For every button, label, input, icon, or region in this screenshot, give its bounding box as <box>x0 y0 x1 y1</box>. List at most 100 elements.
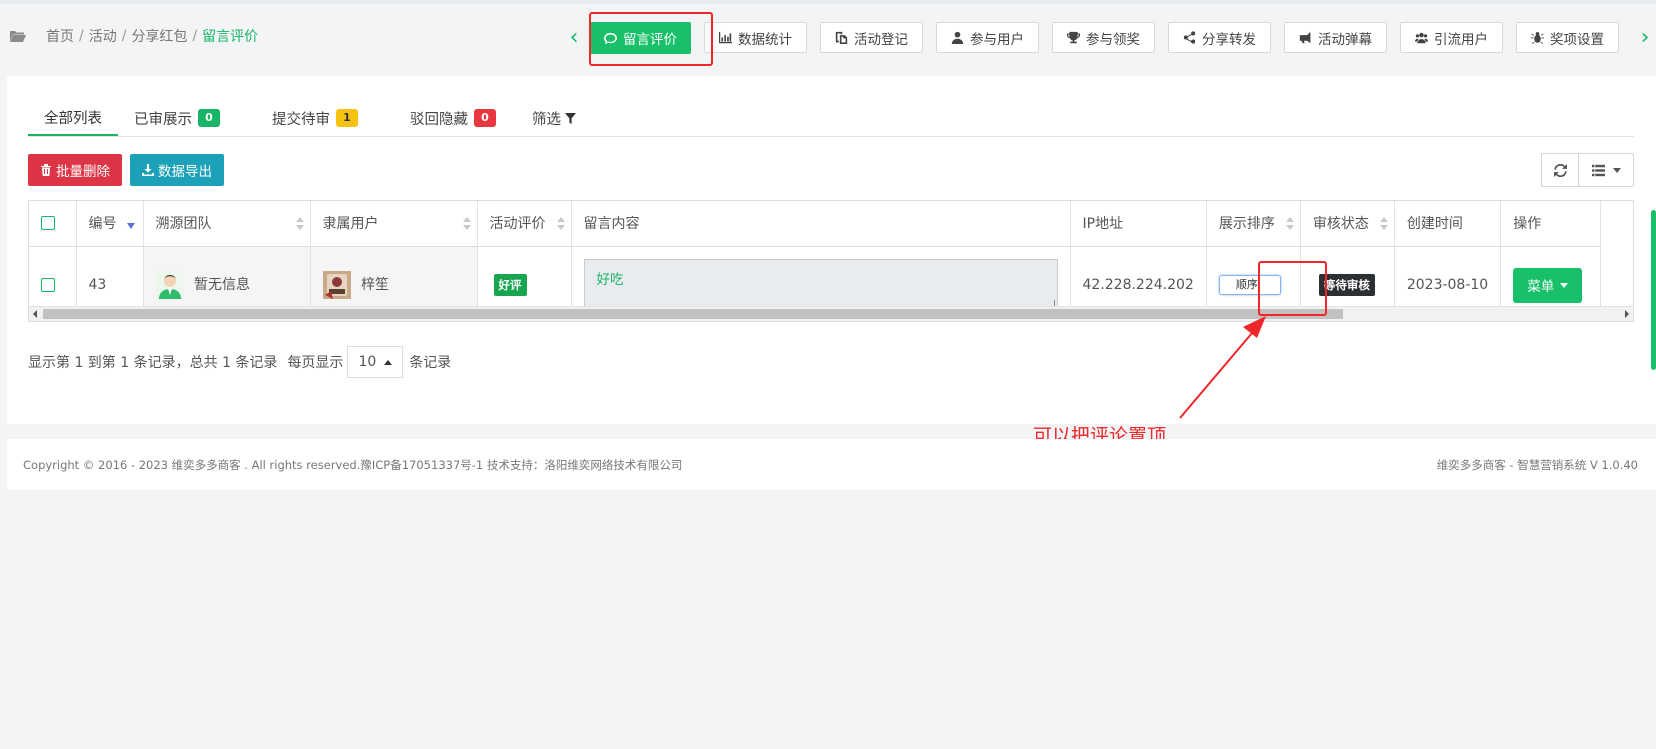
select-all-cell <box>29 201 77 247</box>
breadcrumb-activity-link[interactable]: 活动 <box>89 26 117 46</box>
chevron-up-icon <box>384 359 393 365</box>
nav-awards-button[interactable]: 参与领奖 <box>1052 22 1155 53</box>
tab-label: 筛选 <box>532 111 561 128</box>
user-avatar <box>322 271 351 300</box>
data-table: 编号 溯源团队 隶属用户 活动评价 留言内容 IP地址 展示排序 审核状态 创建… <box>28 200 1634 322</box>
nav-prev-arrow-icon[interactable]: ‹ <box>566 26 582 50</box>
button-label: 批量删除 <box>56 164 110 180</box>
table-tools <box>1541 153 1634 187</box>
horizontal-scrollbar[interactable] <box>29 306 1633 321</box>
scrollbar-thumb[interactable] <box>43 309 1343 319</box>
scroll-right-icon[interactable] <box>1625 310 1629 318</box>
tab-rejected[interactable]: 驳回隐藏 0 <box>374 100 512 136</box>
row-checkbox[interactable] <box>41 278 55 293</box>
header-label: 隶属用户 <box>322 216 379 233</box>
list-icon <box>1591 164 1605 176</box>
pagination-info: 显示第 1 到第 1 条记录，总共 1 条记录 每页显示 10 条记录 <box>28 346 451 378</box>
header-label: 展示排序 <box>1218 216 1275 233</box>
header-team[interactable]: 溯源团队 <box>143 201 311 247</box>
header-action: 操作 <box>1500 201 1602 247</box>
rating-badge: 好评 <box>493 274 527 297</box>
nav-stats-button[interactable]: 数据统计 <box>704 22 807 53</box>
header-label: 留言内容 <box>583 216 640 233</box>
sort-icon <box>462 217 471 231</box>
download-icon <box>142 164 154 176</box>
team-avatar <box>155 271 184 300</box>
tab-filter[interactable]: 筛选 <box>512 100 592 136</box>
breadcrumb: 首页 / 活动 / 分享红包 / 留言评价 <box>10 26 258 46</box>
table-header-row: 编号 溯源团队 隶属用户 活动评价 留言内容 IP地址 展示排序 审核状态 创建… <box>29 201 1602 247</box>
nav-prize-settings-button[interactable]: 奖项设置 <box>1516 22 1619 53</box>
nav-button-label: 引流用户 <box>1434 31 1488 48</box>
footer-copyright: Copyright © 2016 - 2023 维奕多多商客 . All rig… <box>23 458 683 472</box>
export-button[interactable]: 数据导出 <box>130 154 224 186</box>
nav-button-label: 参与领奖 <box>1086 31 1140 48</box>
per-page-suffix: 条记录 <box>409 355 452 371</box>
button-label: 数据导出 <box>158 164 212 180</box>
trash-icon <box>41 164 51 176</box>
nav-button-label: 活动弹幕 <box>1318 31 1372 48</box>
header-user[interactable]: 隶属用户 <box>310 201 478 247</box>
nav-danmaku-button[interactable]: 活动弹幕 <box>1284 22 1387 53</box>
top-nav: 留言评价 数据统计 活动登记 参与用户 参与领奖 分享转发 活动弹幕 引流用户 … <box>590 17 1630 63</box>
share-icon <box>1183 31 1196 44</box>
folder-open-icon <box>10 31 26 42</box>
display-order-input[interactable]: 顺序 <box>1218 275 1281 296</box>
nav-button-label: 参与用户 <box>970 31 1024 48</box>
menu-label: 菜单 <box>1527 279 1555 296</box>
count-badge: 1 <box>336 109 358 127</box>
count-badge: 0 <box>198 109 220 127</box>
nav-referral-button[interactable]: 引流用户 <box>1400 22 1503 53</box>
breadcrumb-home-link[interactable]: 首页 <box>46 26 74 46</box>
header-rating[interactable]: 活动评价 <box>477 201 572 247</box>
users-icon <box>1415 32 1428 44</box>
columns-toggle-button[interactable] <box>1578 154 1633 186</box>
select-all-checkbox[interactable] <box>41 216 55 231</box>
trophy-icon <box>1067 31 1080 44</box>
tab-label: 全部列表 <box>44 110 102 127</box>
nav-next-arrow-icon[interactable]: › <box>1637 26 1653 50</box>
header-order[interactable]: 展示排序 <box>1206 201 1301 247</box>
tab-label: 驳回隐藏 <box>410 111 468 128</box>
filter-icon <box>565 112 576 124</box>
per-page-select[interactable]: 10 <box>347 346 404 378</box>
copy-icon <box>835 31 848 44</box>
batch-delete-button[interactable]: 批量删除 <box>28 154 122 186</box>
nav-register-button[interactable]: 活动登记 <box>820 22 923 53</box>
nav-button-label: 分享转发 <box>1202 31 1256 48</box>
tab-all[interactable]: 全部列表 <box>28 100 118 136</box>
tab-label: 已审展示 <box>134 111 192 128</box>
header-label: 活动评价 <box>489 216 546 233</box>
refresh-button[interactable] <box>1542 154 1578 186</box>
header-ip: IP地址 <box>1070 201 1207 247</box>
header-label: 创建时间 <box>1406 216 1463 233</box>
sort-icon <box>295 217 304 231</box>
header-label: 编号 <box>88 216 117 233</box>
nav-comments-button[interactable]: 留言评价 <box>590 22 691 54</box>
main-panel: 全部列表 已审展示 0 提交待审 1 驳回隐藏 0 筛选 批量删除 数据导出 编… <box>7 76 1656 424</box>
tab-approved[interactable]: 已审展示 0 <box>118 100 236 136</box>
bullhorn-icon <box>1299 31 1311 44</box>
tab-label: 提交待审 <box>272 111 330 128</box>
header-status[interactable]: 审核状态 <box>1300 201 1395 247</box>
breadcrumb-current: 留言评价 <box>202 29 259 45</box>
comment-textarea[interactable]: 好吃 <box>583 259 1058 312</box>
sort-icon <box>1379 217 1388 231</box>
breadcrumb-share-link[interactable]: 分享红包 <box>131 26 187 46</box>
tab-pending[interactable]: 提交待审 1 <box>236 100 374 136</box>
top-border <box>0 0 1656 4</box>
footer: Copyright © 2016 - 2023 维奕多多商客 . All rig… <box>7 439 1656 490</box>
header-label: 溯源团队 <box>155 216 212 233</box>
header-label: IP地址 <box>1082 216 1124 233</box>
nav-participants-button[interactable]: 参与用户 <box>936 22 1039 53</box>
pagination-summary: 显示第 1 到第 1 条记录，总共 1 条记录 <box>28 355 278 371</box>
nav-share-button[interactable]: 分享转发 <box>1168 22 1271 53</box>
footer-version: 维奕多多商客 - 智慧营销系统 V 1.0.40 <box>1436 458 1638 472</box>
row-menu-button[interactable]: 菜单 <box>1513 267 1583 303</box>
comment-icon <box>604 32 617 44</box>
bug-icon <box>1531 32 1544 44</box>
status-badge: 等待审核 <box>1318 274 1375 297</box>
page-scroll-indicator[interactable] <box>1651 210 1656 370</box>
header-id[interactable]: 编号 <box>76 201 144 247</box>
scroll-left-icon[interactable] <box>33 310 37 318</box>
